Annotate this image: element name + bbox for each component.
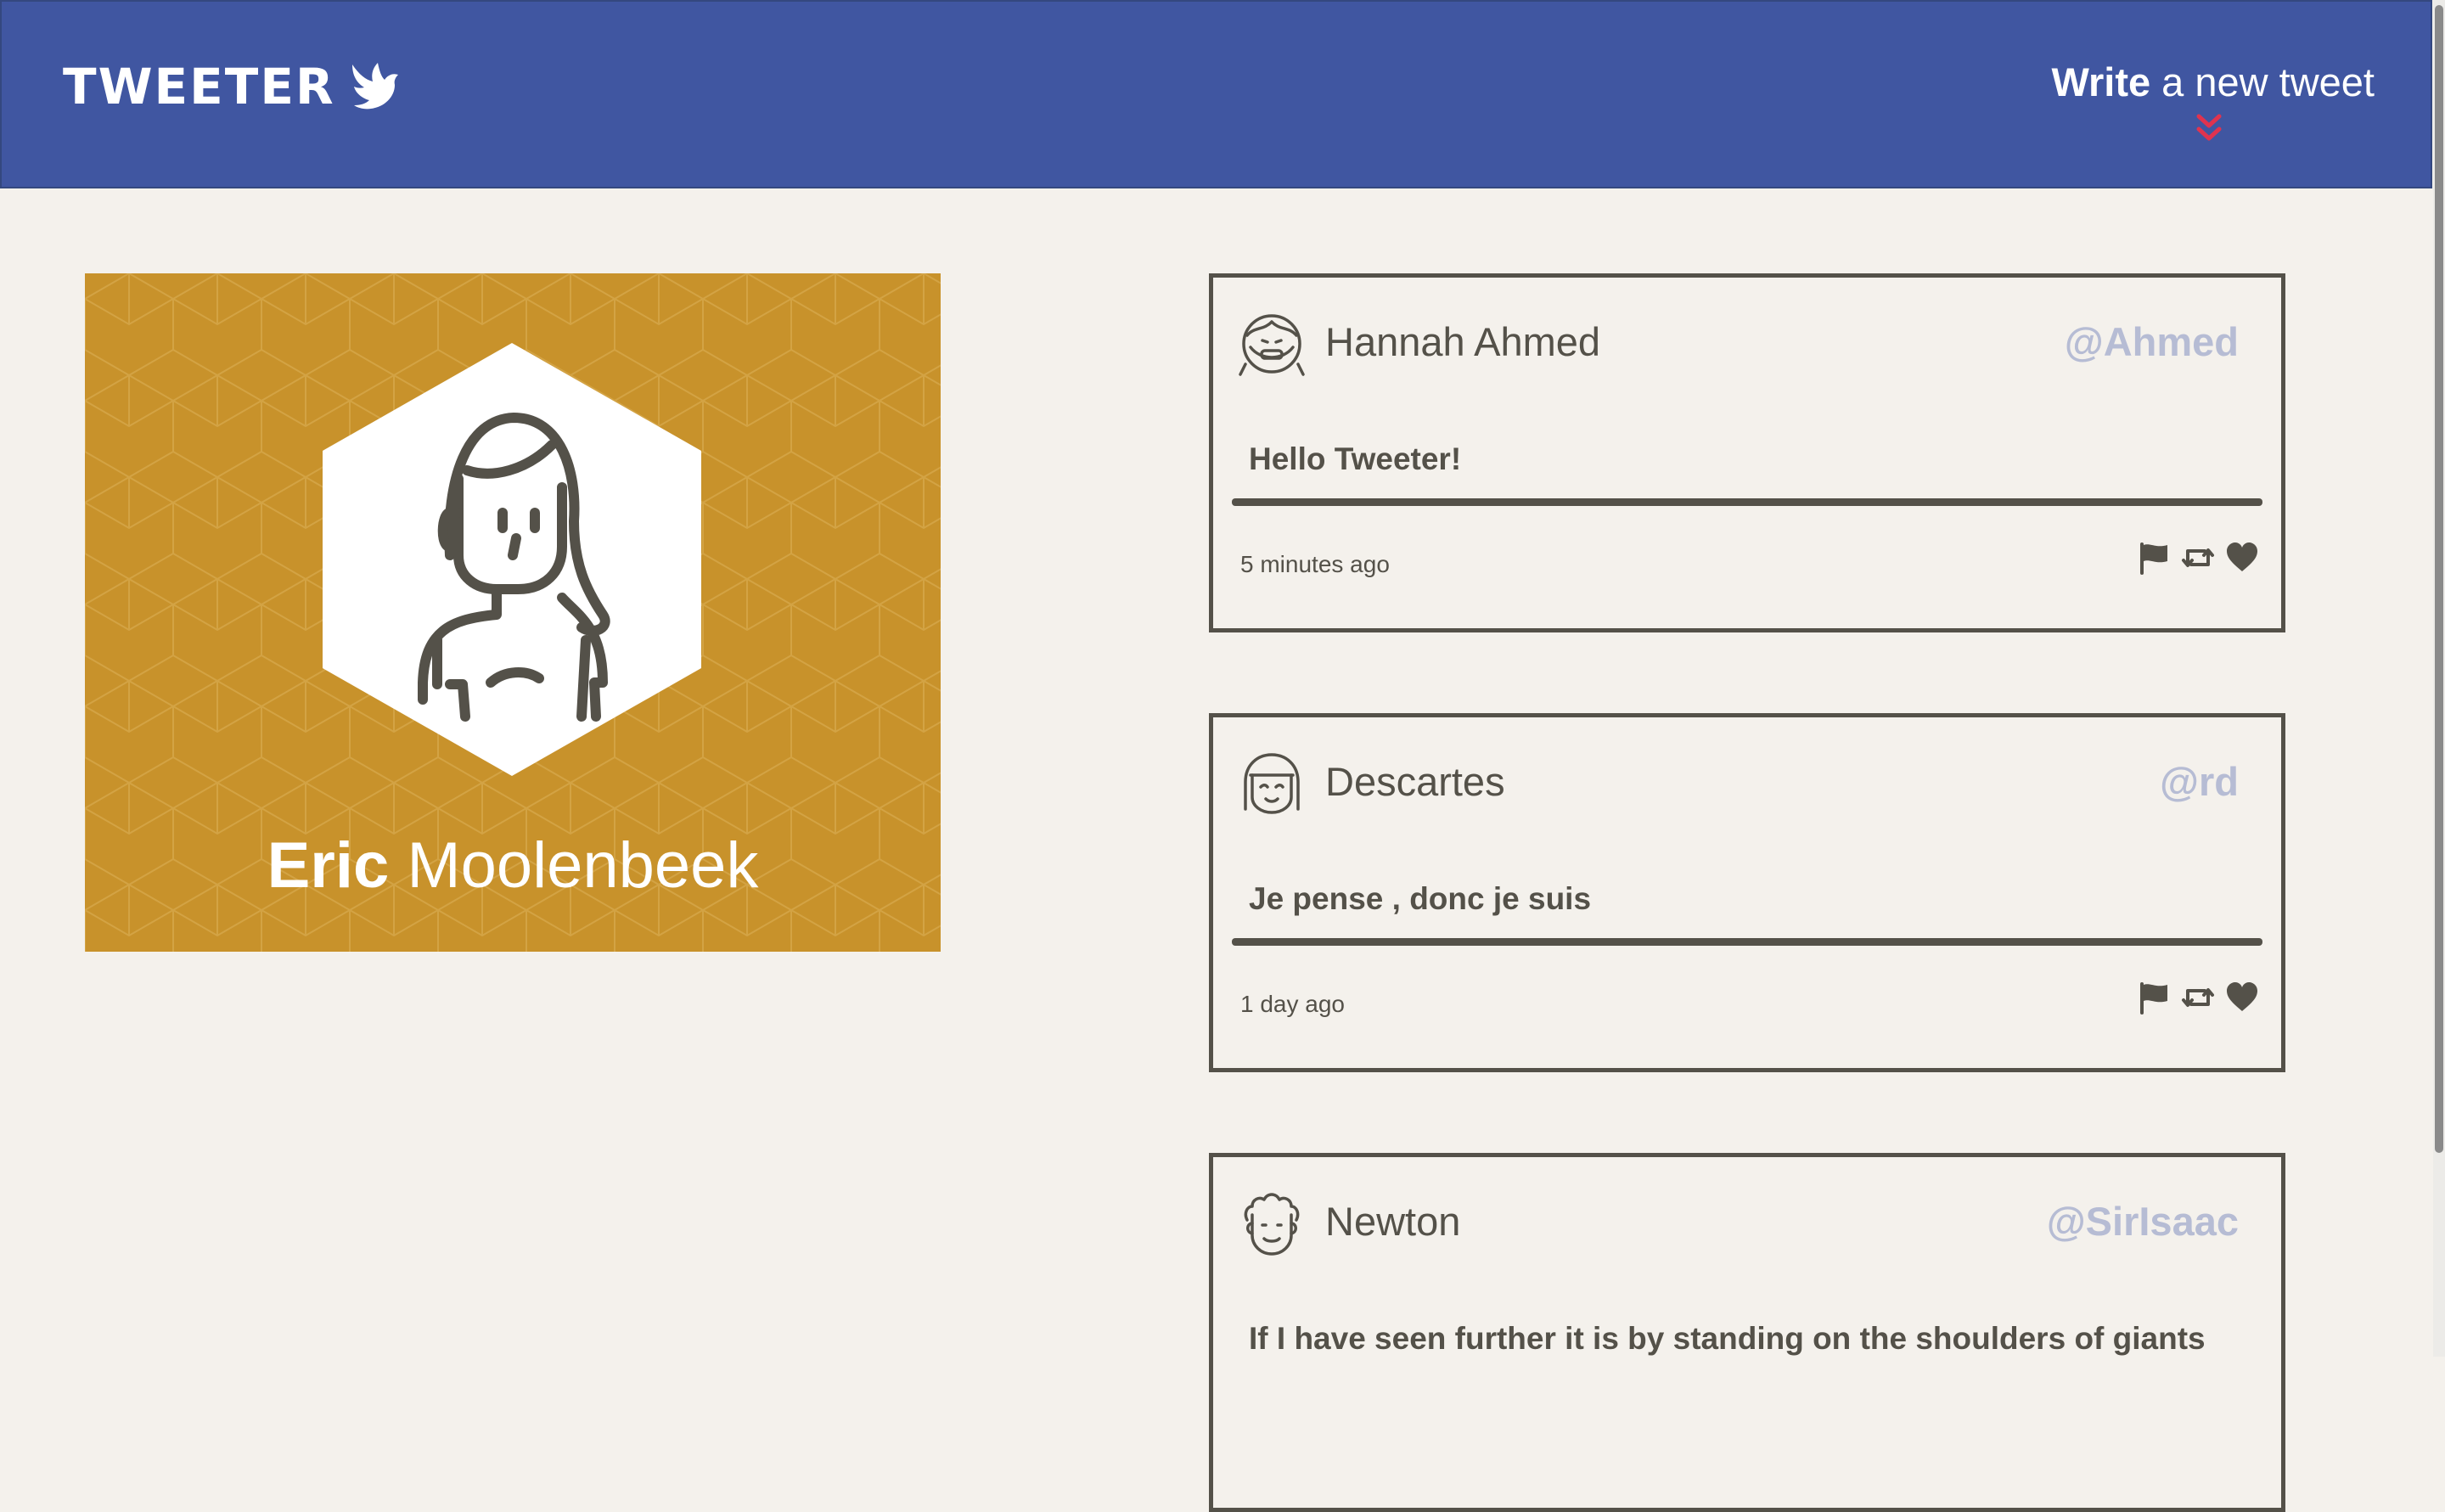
tweet-actions [2137, 541, 2259, 575]
tweet-text: Je pense , donc je suis [1249, 881, 1592, 916]
tweet-author-handle[interactable]: @Ahmed [2065, 322, 2239, 362]
compose-label-bold: Write [2051, 59, 2151, 104]
tweet-author-name: Newton [1325, 1199, 1461, 1244]
tweet-divider [1232, 498, 2262, 506]
tweet-timestamp: 5 minutes ago [1240, 551, 1390, 577]
flag-icon[interactable] [2137, 981, 2171, 1015]
heart-icon[interactable] [2225, 541, 2259, 575]
tweet-divider [1232, 938, 2262, 946]
tweet-author-name: Hannah Ahmed [1325, 319, 1601, 364]
profile-first-name: Eric [267, 829, 390, 902]
compose-label-rest: a new tweet [2150, 59, 2375, 104]
scrollbar-thumb[interactable] [2435, 5, 2443, 1153]
top-nav: TWEETER Write a new tweet [0, 0, 2432, 188]
profile-last-name: Moolenbeek [407, 829, 759, 902]
retweet-icon[interactable] [2181, 981, 2215, 1015]
bird-icon [351, 63, 398, 110]
tweet-card: Descartes @rd Je pense , donc je suis 1 … [1209, 713, 2285, 1072]
tweet-author-name: Descartes [1325, 759, 1505, 804]
tweet-author-handle[interactable]: @SirIsaac [2047, 1201, 2239, 1241]
tweet-card: Hannah Ahmed @Ahmed Hello Tweeter! 5 min… [1209, 273, 2285, 632]
profile-card: Eric Moolenbeek [85, 273, 941, 952]
retweet-icon[interactable] [2181, 541, 2215, 575]
tweet-text: Hello Tweeter! [1249, 441, 1462, 476]
tweet-text: If I have seen further it is by standing… [1249, 1321, 2206, 1356]
logo-text: TWEETER [63, 58, 335, 115]
tweet-card: Newton @SirIsaac If I have seen further … [1209, 1153, 2285, 1512]
girl-avatar-icon [1239, 314, 1305, 376]
flag-icon[interactable] [2137, 541, 2171, 575]
heart-icon[interactable] [2225, 981, 2259, 1015]
tweet-header: Newton @SirIsaac [1239, 1189, 2239, 1257]
profile-name: Eric Moolenbeek [85, 834, 941, 898]
bob-hair-avatar-icon [1244, 753, 1300, 814]
logo[interactable]: TWEETER [63, 61, 402, 112]
compose-toggle[interactable]: Write a new tweet [2051, 61, 2375, 141]
tweet-actions [2137, 981, 2259, 1015]
tweet-author-handle[interactable]: @rd [2160, 762, 2239, 801]
tweet-timestamp: 1 day ago [1240, 991, 1345, 1017]
tweet-header: Descartes @rd [1239, 750, 2239, 818]
curly-hair-avatar-icon [1244, 1193, 1300, 1256]
tweet-header: Hannah Ahmed @Ahmed [1239, 310, 2239, 378]
compose-label: Write a new tweet [2051, 61, 2375, 103]
user-avatar-icon [323, 343, 701, 776]
double-chevron-down-icon[interactable] [2195, 112, 2223, 146]
